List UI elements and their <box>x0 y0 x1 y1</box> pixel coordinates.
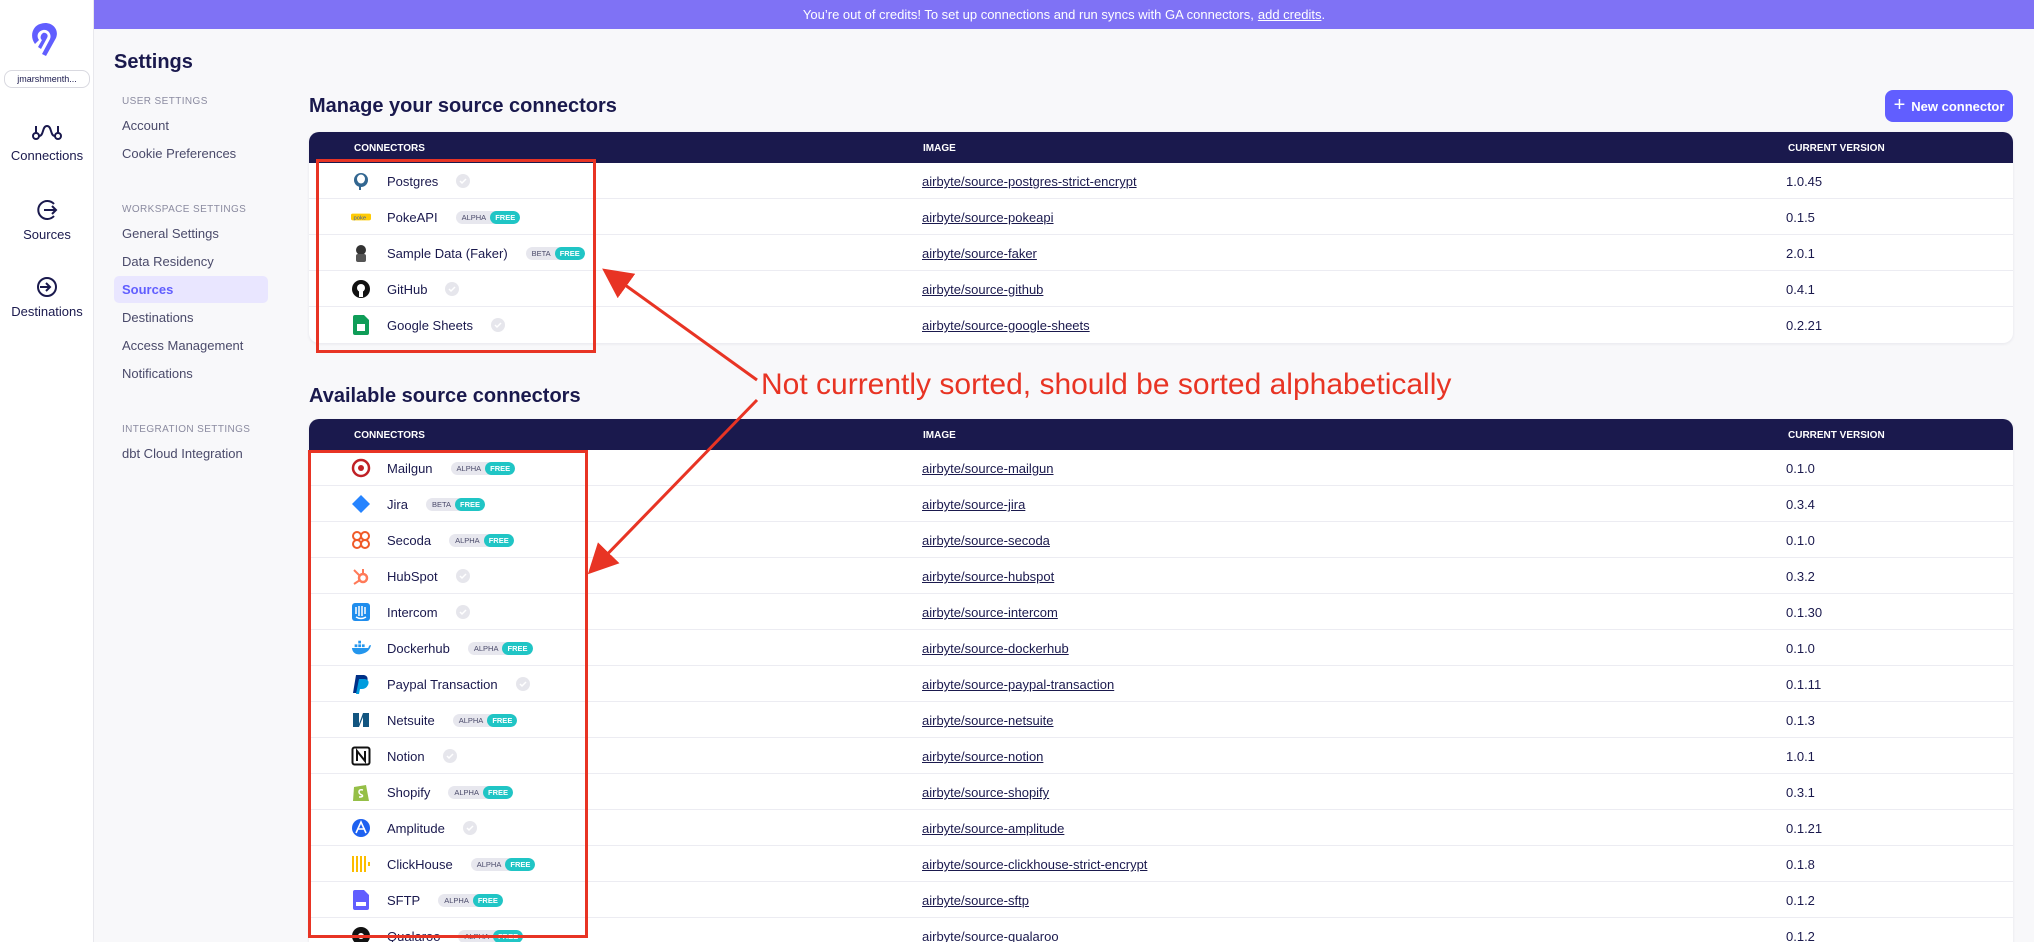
annotation-arrows <box>587 268 759 575</box>
